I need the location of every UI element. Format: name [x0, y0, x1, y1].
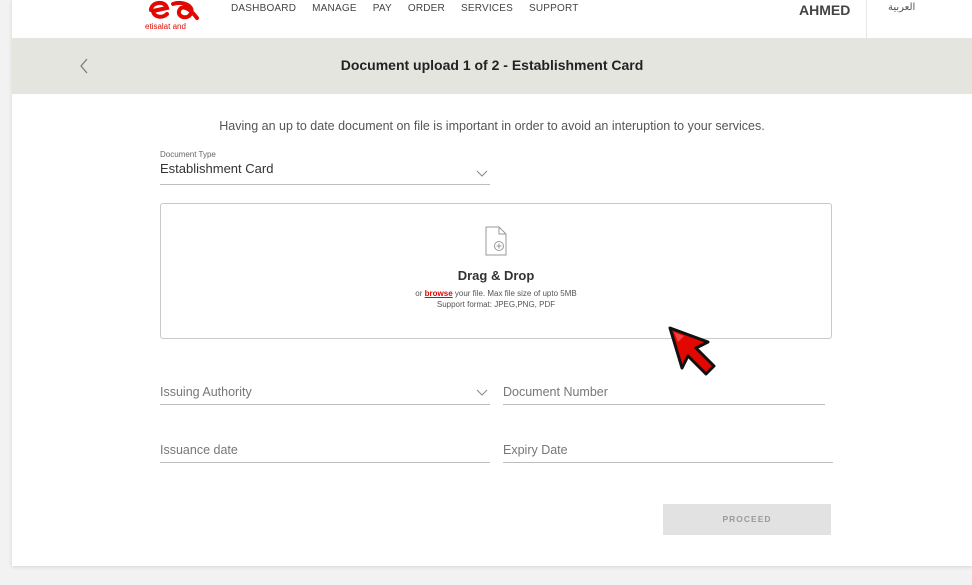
brand-logo[interactable]: etisalat and	[145, 0, 205, 38]
main-nav: DASHBOARD MANAGE PAY ORDER SERVICES SUPP…	[231, 3, 595, 14]
supported-formats: Support format: JPEG,PNG, PDF	[436, 300, 556, 309]
hint-prefix: or	[415, 289, 423, 298]
chevron-down-icon	[476, 389, 488, 396]
mouse-pointer-icon	[668, 326, 716, 376]
page-card: etisalat and DASHBOARD MANAGE PAY ORDER …	[12, 0, 972, 566]
nav-item-manage[interactable]: MANAGE	[312, 3, 357, 14]
drop-zone-hint: or browse your file. Max file size of up…	[161, 288, 831, 310]
user-name[interactable]: AHMED	[799, 2, 850, 18]
intro-text: Having an up to date document on file is…	[219, 119, 765, 133]
document-type-value: Establishment Card	[160, 161, 274, 176]
issuing-authority-select[interactable]: Issuing Authority	[160, 382, 490, 405]
chevron-down-icon	[476, 170, 488, 177]
issuance-date-input[interactable]: Issuance date	[160, 440, 490, 463]
nav-item-services[interactable]: SERVICES	[461, 3, 513, 14]
issuance-date-placeholder: Issuance date	[160, 443, 238, 457]
drop-zone-title: Drag & Drop	[457, 268, 535, 283]
file-add-icon	[485, 226, 507, 256]
issuing-authority-placeholder: Issuing Authority	[160, 385, 252, 399]
nav-item-dashboard[interactable]: DASHBOARD	[231, 3, 296, 14]
document-type-label: Document Type	[160, 150, 216, 159]
document-number-placeholder: Document Number	[503, 385, 608, 399]
language-toggle[interactable]: العربية	[888, 2, 915, 13]
nav-item-order[interactable]: ORDER	[408, 3, 445, 14]
nav-item-support[interactable]: SUPPORT	[529, 3, 579, 14]
expiry-date-input[interactable]: Expiry Date	[503, 440, 833, 463]
browse-link[interactable]: browse	[425, 289, 453, 298]
page-header: Document upload 1 of 2 - Establishment C…	[12, 38, 972, 94]
file-drop-zone[interactable]: Drag & Drop or browse your file. Max fil…	[160, 203, 832, 339]
brand-logo-mark	[149, 1, 199, 20]
document-type-select[interactable]: Document Type Establishment Card	[160, 150, 490, 185]
document-number-input[interactable]: Document Number	[503, 382, 825, 405]
nav-divider	[866, 0, 867, 38]
nav-item-pay[interactable]: PAY	[373, 3, 392, 14]
page-title: Document upload 1 of 2 - Establishment C…	[340, 57, 644, 73]
logo-text: etisalat and	[145, 22, 186, 31]
top-navigation: etisalat and DASHBOARD MANAGE PAY ORDER …	[12, 0, 972, 38]
proceed-button[interactable]: PROCEED	[663, 504, 831, 535]
hint-suffix: your file. Max file size of upto 5MB	[454, 289, 577, 298]
expiry-date-placeholder: Expiry Date	[503, 443, 568, 457]
